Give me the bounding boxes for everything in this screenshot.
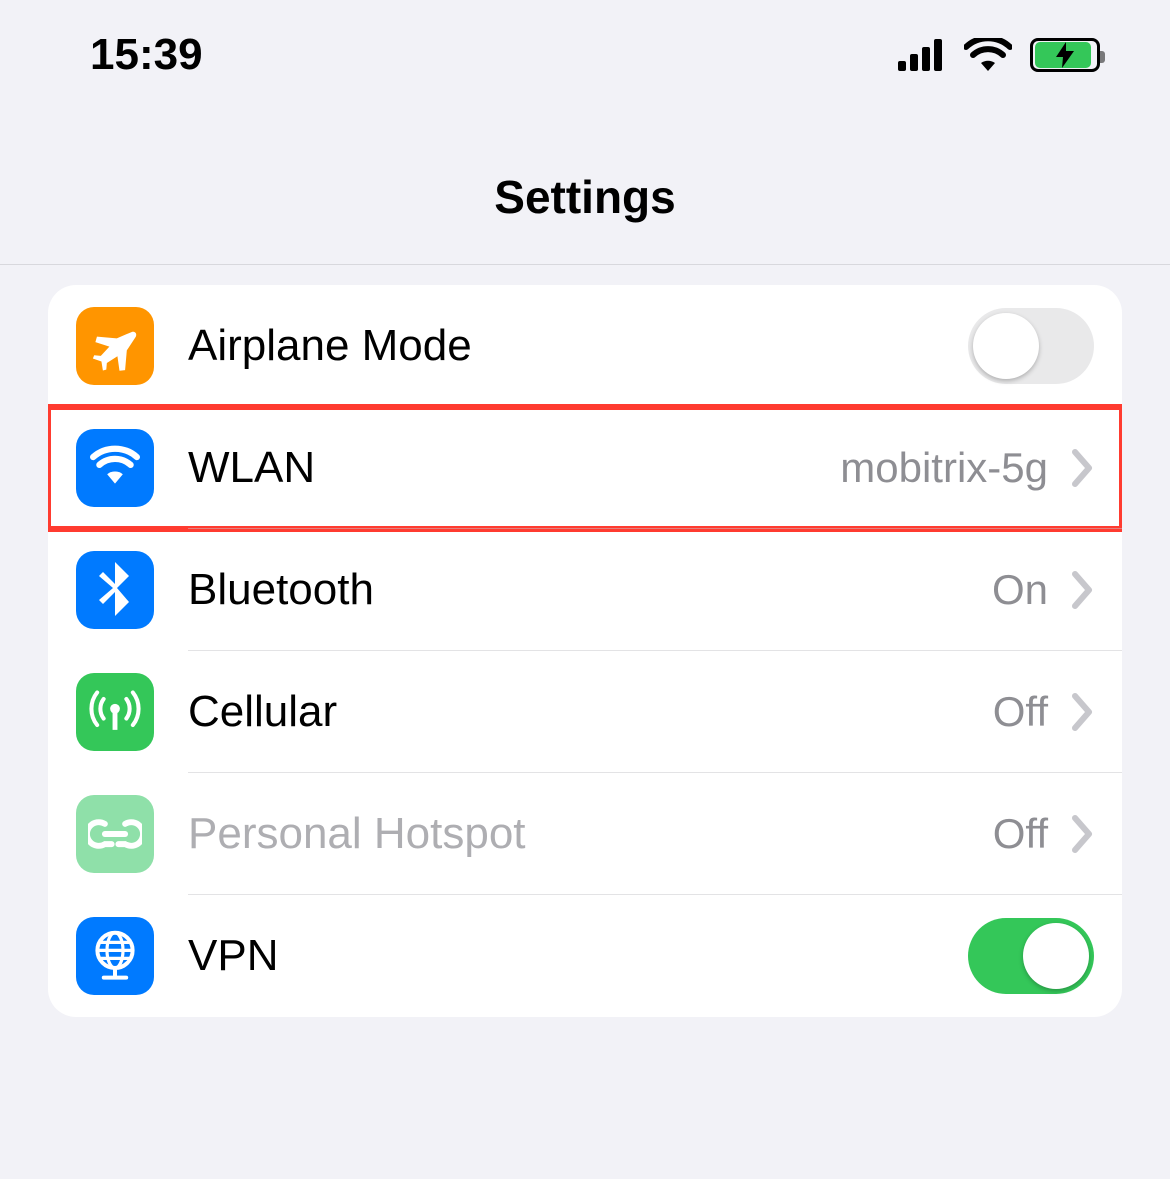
vpn-toggle[interactable] [968, 918, 1094, 994]
settings-group: Airplane Mode WLAN mobitrix-5g Bluetooth… [48, 285, 1122, 1017]
bluetooth-icon [76, 551, 154, 629]
signal-icon [898, 39, 946, 71]
status-icons [898, 38, 1100, 72]
toggle-knob [1023, 923, 1089, 989]
chevron-right-icon [1072, 571, 1094, 609]
personal-hotspot-label: Personal Hotspot [188, 809, 993, 859]
globe-icon [76, 917, 154, 995]
status-time: 15:39 [90, 30, 203, 80]
battery-icon [1030, 38, 1100, 72]
vpn-label: VPN [188, 931, 968, 981]
row-bluetooth[interactable]: Bluetooth On [48, 529, 1122, 651]
personal-hotspot-detail: Off [993, 810, 1048, 858]
chevron-right-icon [1072, 693, 1094, 731]
row-wlan[interactable]: WLAN mobitrix-5g [48, 407, 1122, 529]
toggle-knob [973, 313, 1039, 379]
cellular-label: Cellular [188, 687, 993, 737]
row-separator [188, 528, 1122, 529]
bluetooth-label: Bluetooth [188, 565, 992, 615]
page-title: Settings [0, 110, 1170, 264]
chevron-right-icon [1072, 815, 1094, 853]
wifi-icon [76, 429, 154, 507]
status-bar: 15:39 [0, 0, 1170, 110]
charging-bolt-icon [1056, 42, 1074, 68]
airplane-mode-label: Airplane Mode [188, 321, 968, 371]
chevron-right-icon [1072, 449, 1094, 487]
cellular-icon [76, 673, 154, 751]
header-divider [0, 264, 1170, 265]
row-cellular[interactable]: Cellular Off [48, 651, 1122, 773]
wifi-icon [964, 38, 1012, 72]
cellular-detail: Off [993, 688, 1048, 736]
row-personal-hotspot[interactable]: Personal Hotspot Off [48, 773, 1122, 895]
wlan-label: WLAN [188, 443, 840, 493]
bluetooth-detail: On [992, 566, 1048, 614]
row-vpn[interactable]: VPN [48, 895, 1122, 1017]
airplane-mode-toggle[interactable] [968, 308, 1094, 384]
link-icon [76, 795, 154, 873]
wlan-detail: mobitrix-5g [840, 444, 1048, 492]
row-airplane-mode[interactable]: Airplane Mode [48, 285, 1122, 407]
airplane-icon [76, 307, 154, 385]
